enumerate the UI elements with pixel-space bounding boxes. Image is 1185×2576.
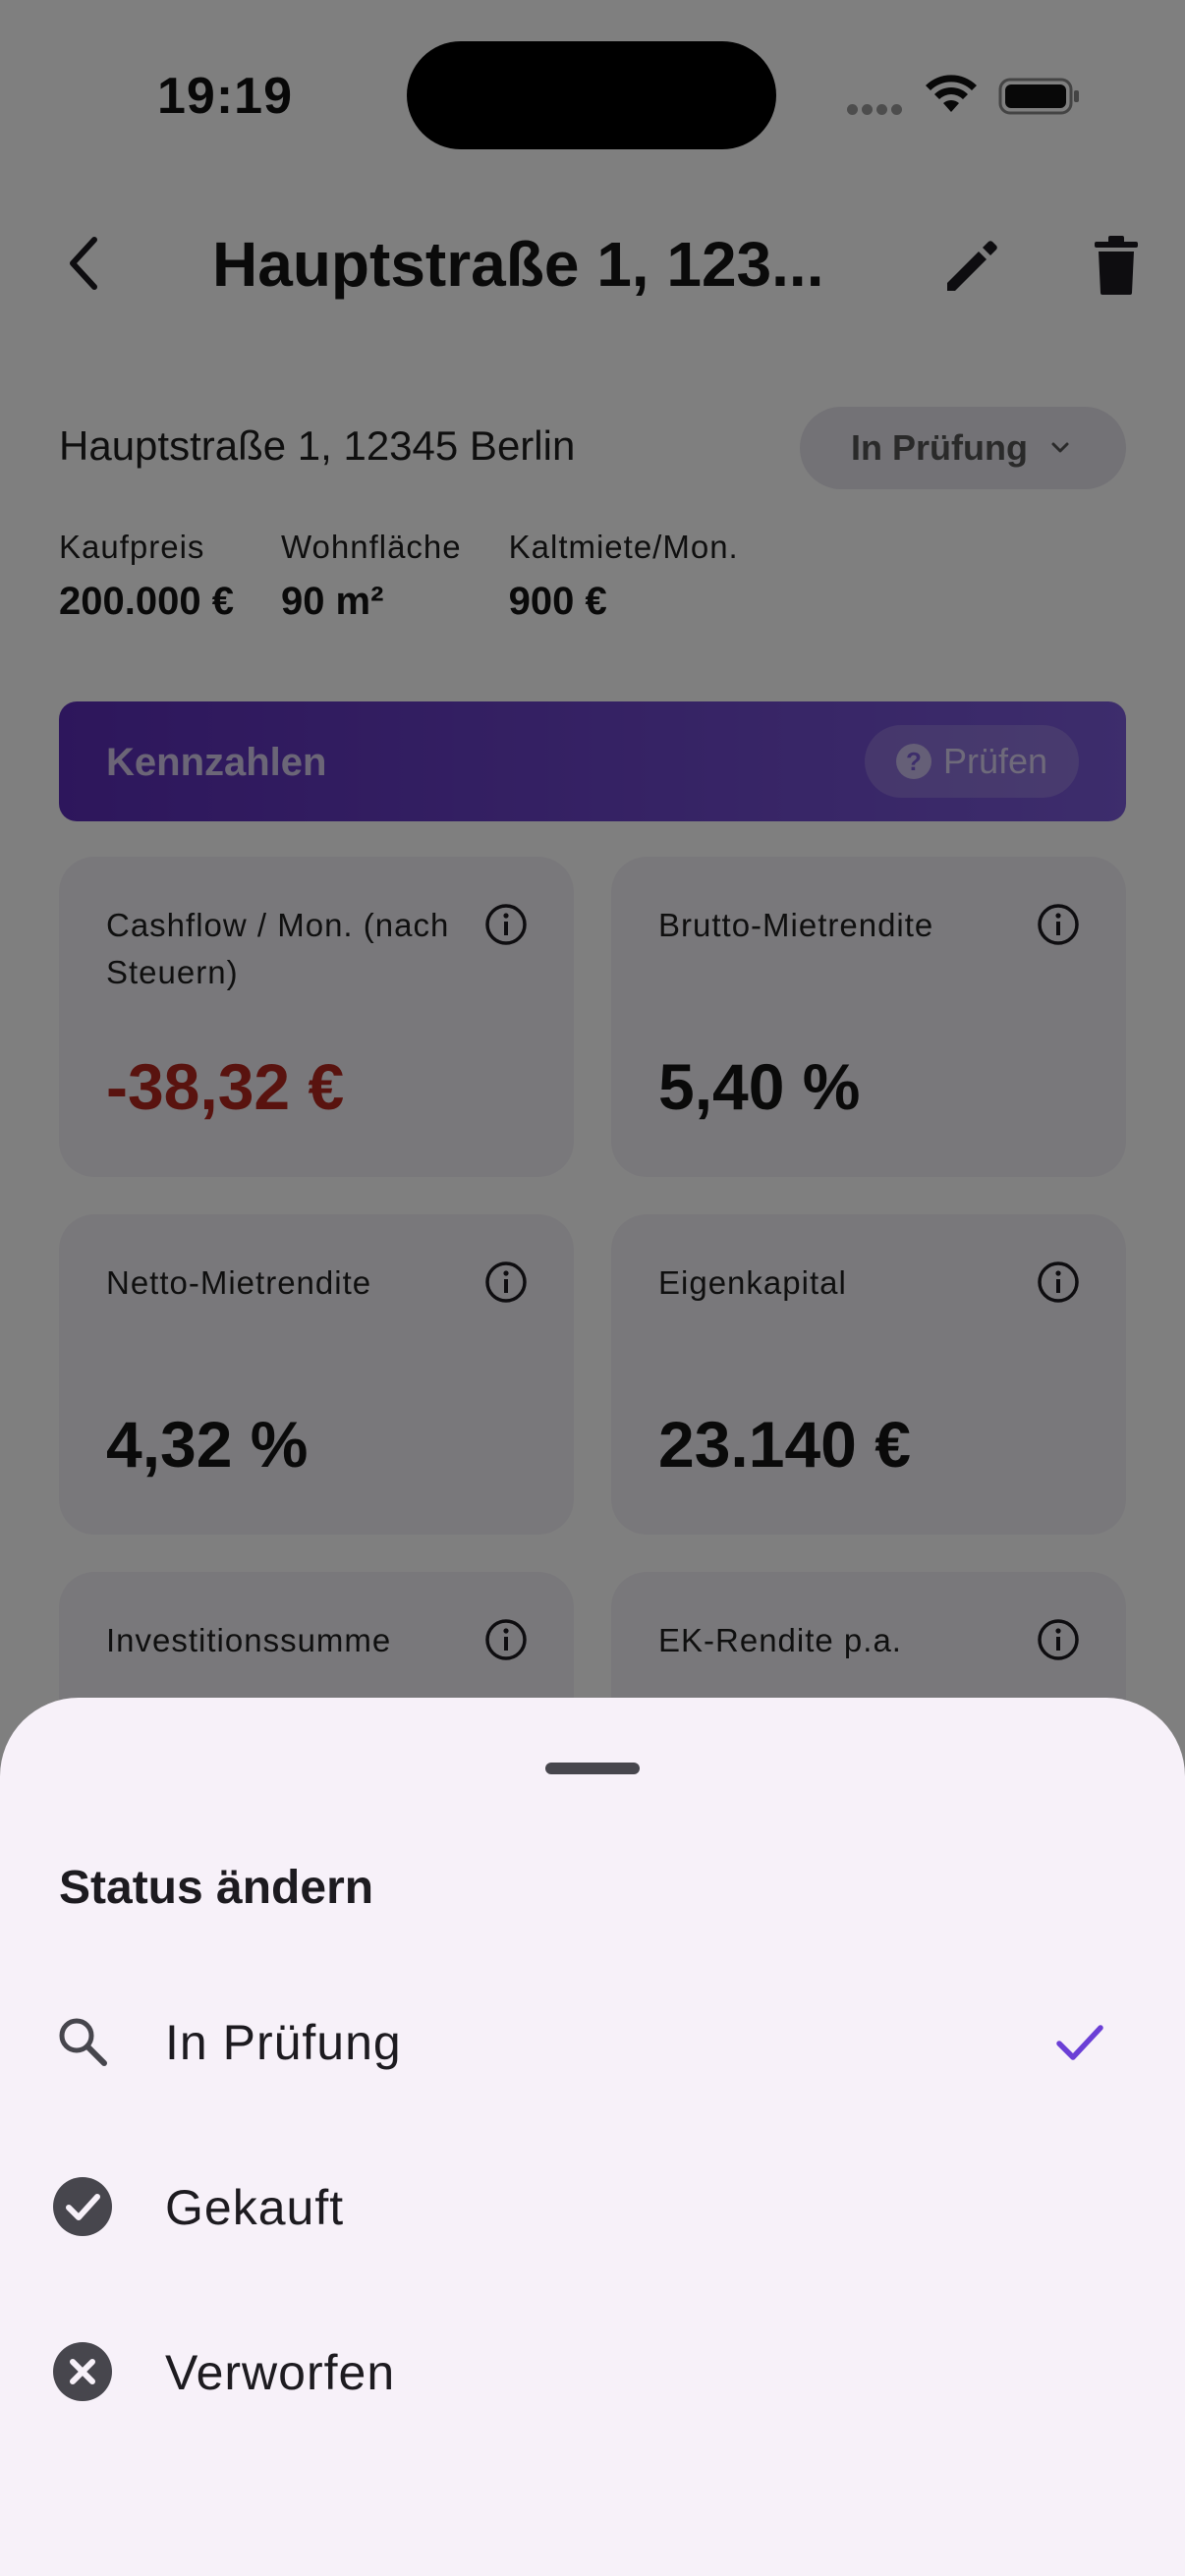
check-circle-icon [53,2177,112,2236]
status-option-bought[interactable]: Gekauft [0,2132,1185,2279]
option-label: Verworfen [165,2345,396,2400]
cancel-circle-icon [53,2342,112,2401]
search-icon [59,2018,107,2066]
status-option-discarded[interactable]: Verworfen [0,2297,1185,2444]
option-label: Gekauft [165,2180,345,2235]
checkmark-icon [1056,2025,1103,2060]
status-bottom-sheet: Status ändern In Prüfung Gekauft Verworf… [0,1698,1185,2576]
option-label: In Prüfung [165,2015,402,2070]
status-option-in-review[interactable]: In Prüfung [0,1967,1185,2114]
drag-handle[interactable] [545,1763,640,1774]
sheet-title: Status ändern [59,1862,374,1914]
property-detail-screen: 19:19 Hauptstraße 1, 123... Haupt [0,0,1185,2576]
